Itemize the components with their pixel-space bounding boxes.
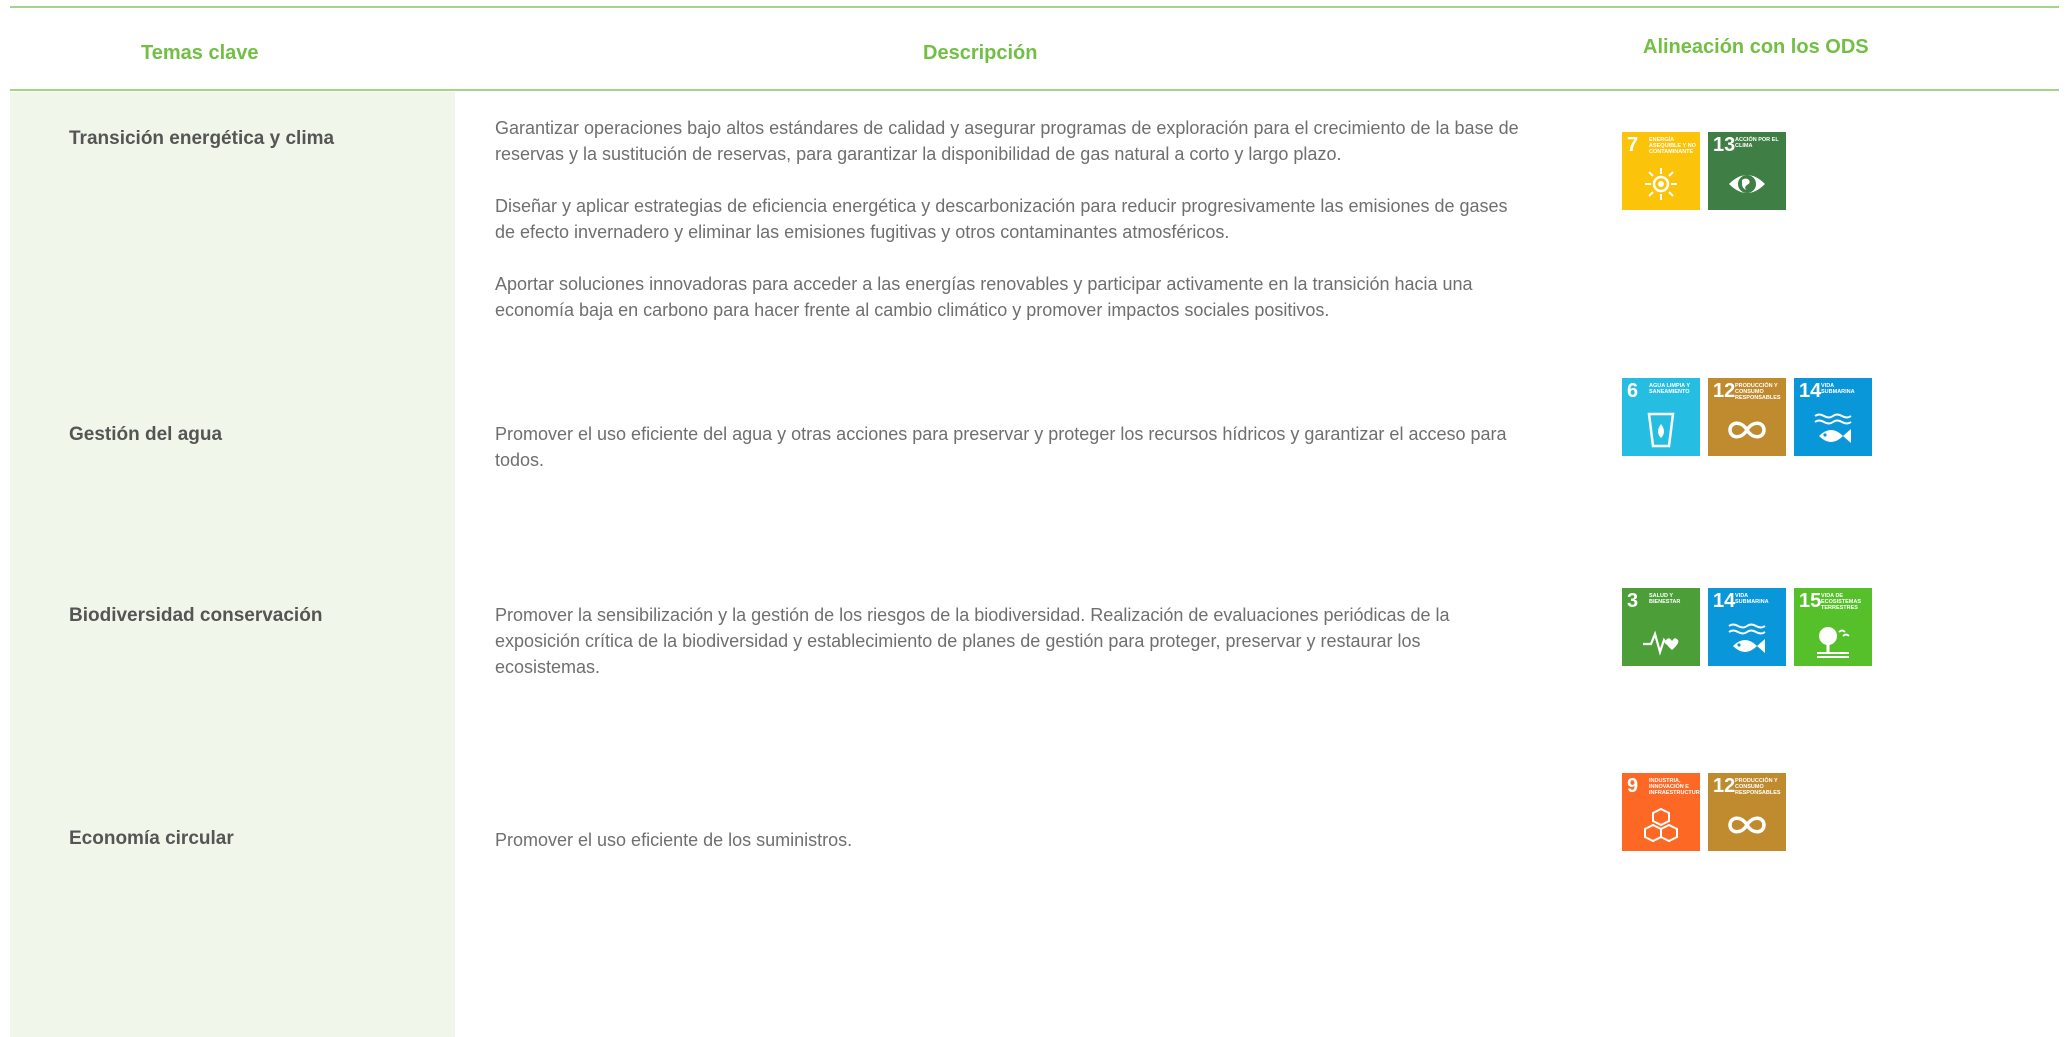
sdg-label: Vida submarina — [1735, 593, 1769, 605]
description-cell: Garantizar operaciones bajo altos estánd… — [495, 115, 1525, 349]
description-paragraph: Garantizar operaciones bajo altos estánd… — [495, 118, 1519, 164]
sdg-number: 9 — [1627, 775, 1639, 797]
sdg-tile: 14 Vida submarina — [1794, 378, 1872, 456]
sdg-label: Acción por el clima — [1735, 137, 1779, 149]
header-ods: Alineación con los ODS — [1643, 36, 1869, 58]
description-cell: Promover el uso eficiente del agua y otr… — [495, 421, 1525, 499]
sdg-icons: 3 Salud y bienestar 14 Vida submarina 15… — [1622, 588, 1872, 666]
sdg-icons: 7 Energía asequible y no contaminante 13… — [1622, 132, 1786, 210]
theme-label: Transición energética y clima — [69, 128, 335, 149]
sdg-number: 14 — [1799, 380, 1822, 402]
description-paragraph: Promover el uso eficiente de los suminis… — [495, 830, 853, 850]
infinity-icon — [1728, 816, 1766, 834]
description-paragraph: Aportar soluciones innovadoras para acce… — [495, 274, 1473, 320]
eye-earth-icon — [1729, 175, 1765, 193]
sdg-tile: 12 Producción y consumo responsables — [1708, 378, 1786, 456]
theme-label: Gestión del agua — [69, 424, 223, 445]
cubes-icon — [1644, 807, 1678, 843]
sdg-number: 13 — [1713, 134, 1736, 156]
description-paragraph: Diseñar y aplicar estrategias de eficien… — [495, 196, 1508, 242]
fish-icon — [1728, 623, 1766, 653]
header-themes: Temas clave — [141, 42, 259, 64]
sdg-number: 14 — [1713, 590, 1736, 612]
description-paragraph: Promover la sensibilización y la gestión… — [495, 605, 1450, 677]
heartbeat-icon — [1643, 630, 1679, 656]
sdg-tile: 13 Acción por el clima — [1708, 132, 1786, 210]
header-rule — [10, 89, 2059, 91]
sdg-label: Energía asequible y no contaminante — [1649, 137, 1696, 155]
description-cell: Promover el uso eficiente de los suminis… — [495, 827, 1525, 879]
description-cell: Promover la sensibilización y la gestión… — [495, 602, 1525, 706]
sdg-tile: 7 Energía asequible y no contaminante — [1622, 132, 1700, 210]
sdg-tile: 9 Industria, innovación e infraestructur… — [1622, 773, 1704, 851]
sdg-label: Vida submarina — [1821, 383, 1855, 395]
sdg-icons: 9 Industria, innovación e infraestructur… — [1622, 773, 1786, 851]
theme-label: Biodiversidad conservación — [69, 605, 323, 626]
sdg-tile: 14 Vida submarina — [1708, 588, 1786, 666]
sdg-number: 7 — [1627, 134, 1639, 156]
tree-icon — [1817, 627, 1850, 658]
theme-label: Economía circular — [69, 828, 234, 849]
top-rule — [10, 6, 2059, 8]
sdg-tile: 15 Vida de ecosistemas terrestres — [1794, 588, 1872, 666]
sdg-tile: 6 Agua limpia y saneamiento — [1622, 378, 1700, 456]
sdg-label: Producción y consumo responsables — [1735, 383, 1781, 401]
sdg-number: 3 — [1627, 590, 1639, 612]
sdg-label: Vida de ecosistemas terrestres — [1821, 593, 1862, 611]
sdg-label: Producción y consumo responsables — [1735, 778, 1781, 796]
header-description: Descripción — [923, 42, 1038, 64]
sdg-tile: 12 Producción y consumo responsables — [1708, 773, 1786, 851]
sdg-label: Industria, innovación e infraestructura — [1649, 778, 1704, 796]
sdg-number: 12 — [1713, 380, 1736, 402]
fish-icon — [1814, 413, 1852, 443]
sun-icon — [1645, 168, 1677, 200]
sdg-number: 15 — [1799, 590, 1822, 612]
description-paragraph: Promover el uso eficiente del agua y otr… — [495, 424, 1507, 470]
sdg-icons: 6 Agua limpia y saneamiento 12 Producció… — [1622, 378, 1872, 456]
infinity-icon — [1728, 421, 1766, 439]
themes-column-band — [10, 92, 455, 1037]
water-glass-icon — [1647, 412, 1675, 448]
sdg-tile: 3 Salud y bienestar — [1622, 588, 1700, 666]
sdg-label: Agua limpia y saneamiento — [1649, 383, 1690, 395]
sdg-number: 12 — [1713, 775, 1736, 797]
sdg-label: Salud y bienestar — [1649, 593, 1681, 605]
sdg-number: 6 — [1627, 380, 1639, 402]
